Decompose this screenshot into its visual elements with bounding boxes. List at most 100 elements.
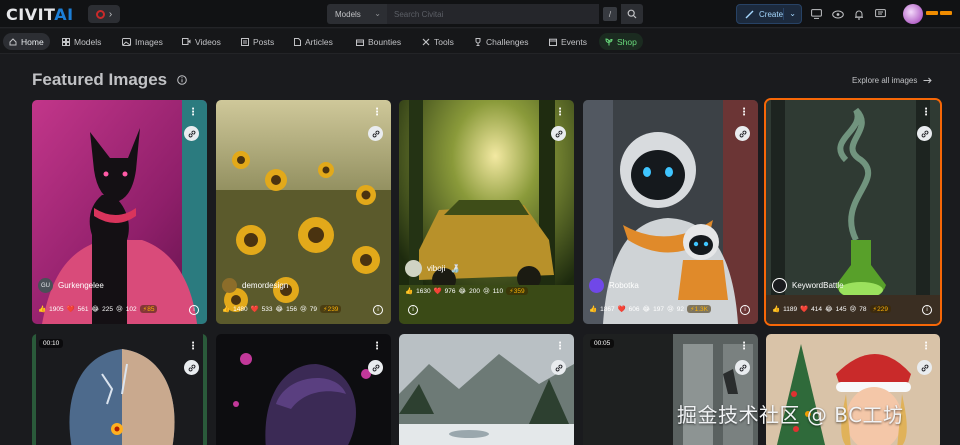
chat-icon[interactable] bbox=[873, 7, 887, 21]
heart-icon[interactable]: ❤️ bbox=[251, 305, 259, 313]
image-card[interactable]: ⋮ bbox=[399, 334, 574, 445]
nav-home[interactable]: Home bbox=[3, 33, 50, 50]
creator-info[interactable]: Robotka bbox=[589, 278, 639, 293]
more-options-icon[interactable]: ⋮ bbox=[372, 341, 382, 352]
link-icon[interactable] bbox=[917, 126, 932, 141]
image-info-icon[interactable]: i bbox=[189, 305, 199, 315]
buzz-tip-button[interactable]: ⚡359 bbox=[506, 287, 528, 295]
card-image[interactable] bbox=[766, 334, 940, 445]
card-image[interactable] bbox=[399, 334, 574, 445]
nav-images[interactable]: Images bbox=[116, 33, 169, 50]
nav-models[interactable]: Models bbox=[56, 33, 107, 50]
image-info-icon[interactable]: i bbox=[373, 305, 383, 315]
creator-name[interactable]: Gurkengelee bbox=[58, 281, 104, 290]
laugh-icon[interactable]: 😂 bbox=[643, 305, 651, 313]
thumbs-up-icon[interactable]: 👍 bbox=[589, 305, 597, 313]
image-card[interactable]: ⋮ bbox=[766, 334, 940, 445]
nav-articles[interactable]: Articles bbox=[288, 33, 339, 50]
bell-icon[interactable] bbox=[852, 7, 866, 21]
search-input[interactable] bbox=[387, 4, 599, 24]
cry-icon[interactable]: 😢 bbox=[300, 305, 307, 313]
laugh-icon[interactable]: 😂 bbox=[825, 305, 833, 313]
link-icon[interactable] bbox=[184, 126, 199, 141]
avatar[interactable] bbox=[222, 278, 237, 293]
image-card[interactable]: 00:05 ⋮ bbox=[583, 334, 758, 445]
search-scope-select[interactable]: Models ⌄ bbox=[327, 4, 387, 24]
link-icon[interactable] bbox=[551, 360, 566, 375]
link-icon[interactable] bbox=[917, 360, 932, 375]
link-icon[interactable] bbox=[368, 126, 383, 141]
link-icon[interactable] bbox=[368, 360, 383, 375]
heart-icon[interactable]: ❤️ bbox=[67, 305, 75, 313]
link-icon[interactable] bbox=[551, 126, 566, 141]
thumbs-up-icon[interactable]: 👍 bbox=[405, 287, 413, 295]
user-avatar[interactable] bbox=[903, 4, 923, 24]
image-info-icon[interactable]: i bbox=[922, 305, 932, 315]
link-icon[interactable] bbox=[184, 360, 199, 375]
avatar[interactable] bbox=[405, 260, 422, 277]
image-card[interactable]: ⋮ demordesign 👍 1480 ❤️ 533 😂 156 😢 79 ⚡239 … bbox=[216, 100, 391, 324]
nav-tools[interactable]: Tools bbox=[416, 33, 460, 50]
feature-toggle-chip[interactable]: › bbox=[88, 5, 120, 23]
more-options-icon[interactable]: ⋮ bbox=[372, 107, 382, 118]
more-options-icon[interactable]: ⋮ bbox=[921, 341, 931, 352]
image-card[interactable]: ⋮ Robotka 👍 1867 ❤️ 606 😂 197 😢 92 ⚡1.3K i bbox=[583, 100, 758, 324]
creator-info[interactable]: KeywordBattle bbox=[772, 278, 844, 293]
image-card[interactable]: ⋮ bbox=[216, 334, 391, 445]
laugh-icon[interactable]: 😂 bbox=[92, 305, 100, 313]
card-image[interactable] bbox=[216, 334, 391, 445]
card-image[interactable] bbox=[583, 334, 758, 445]
nav-events[interactable]: Events bbox=[543, 33, 593, 50]
laugh-icon[interactable]: 😂 bbox=[459, 287, 467, 295]
avatar[interactable]: GU bbox=[38, 278, 53, 293]
more-options-icon[interactable]: ⋮ bbox=[188, 341, 198, 352]
thumbs-up-icon[interactable]: 👍 bbox=[38, 305, 46, 313]
link-icon[interactable] bbox=[735, 360, 750, 375]
eye-icon[interactable] bbox=[831, 7, 845, 21]
creator-info[interactable]: viboji 🍶 bbox=[405, 260, 460, 277]
heart-icon[interactable]: ❤️ bbox=[434, 287, 442, 295]
thumbs-up-icon[interactable]: 👍 bbox=[772, 305, 780, 313]
image-card[interactable]: 00:10 ⋮ bbox=[32, 334, 207, 445]
more-options-icon[interactable]: ⋮ bbox=[739, 341, 749, 352]
nav-posts[interactable]: Posts bbox=[235, 33, 280, 50]
heart-icon[interactable]: ❤️ bbox=[800, 305, 808, 313]
search-button[interactable] bbox=[621, 4, 643, 24]
more-options-icon[interactable]: ⋮ bbox=[739, 107, 749, 118]
nav-videos[interactable]: Videos bbox=[176, 33, 227, 50]
creator-name[interactable]: viboji bbox=[427, 264, 445, 273]
laugh-icon[interactable]: 😂 bbox=[276, 305, 284, 313]
nav-shop[interactable]: Shop bbox=[599, 33, 643, 50]
cry-icon[interactable]: 😢 bbox=[483, 287, 490, 295]
card-image[interactable] bbox=[32, 334, 207, 445]
image-card[interactable]: ⋮ GU Gurkengelee 👍 1905 ❤️ 561 😂 225 😢 102 ⚡… bbox=[32, 100, 207, 324]
image-card[interactable]: ⋮ viboji 🍶 👍 1630 ❤️ 976 😂 200 😢 110 ⚡359 i bbox=[399, 100, 574, 324]
chevron-down-icon[interactable]: ⌄ bbox=[789, 9, 796, 18]
more-options-icon[interactable]: ⋮ bbox=[188, 107, 198, 118]
more-options-icon[interactable]: ⋮ bbox=[555, 107, 565, 118]
heart-icon[interactable]: ❤️ bbox=[618, 305, 626, 313]
cry-icon[interactable]: 😢 bbox=[667, 305, 674, 313]
buzz-tip-button[interactable]: ⚡1.3K bbox=[687, 305, 711, 313]
info-icon[interactable] bbox=[177, 75, 187, 85]
cry-icon[interactable]: 😢 bbox=[850, 305, 857, 313]
more-options-icon[interactable]: ⋮ bbox=[921, 107, 931, 118]
civitai-logo[interactable]: CIVITAI bbox=[6, 5, 74, 24]
image-info-icon[interactable]: i bbox=[408, 305, 418, 315]
nav-bounties[interactable]: Bounties bbox=[350, 33, 407, 50]
buzz-balance-indicator[interactable] bbox=[926, 11, 952, 15]
buzz-tip-button[interactable]: ⚡239 bbox=[320, 305, 342, 313]
cry-icon[interactable]: 😢 bbox=[116, 305, 123, 313]
more-options-icon[interactable]: ⋮ bbox=[555, 341, 565, 352]
avatar[interactable] bbox=[589, 278, 604, 293]
thumbs-up-icon[interactable]: 👍 bbox=[222, 305, 230, 313]
creator-name[interactable]: KeywordBattle bbox=[792, 281, 844, 290]
monitor-icon[interactable] bbox=[809, 7, 823, 21]
creator-info[interactable]: demordesign bbox=[222, 278, 288, 293]
avatar[interactable] bbox=[772, 278, 787, 293]
image-info-icon[interactable]: i bbox=[740, 305, 750, 315]
link-icon[interactable] bbox=[735, 126, 750, 141]
creator-name[interactable]: Robotka bbox=[609, 281, 639, 290]
creator-name[interactable]: demordesign bbox=[242, 281, 288, 290]
buzz-tip-button[interactable]: ⚡229 bbox=[869, 305, 891, 313]
